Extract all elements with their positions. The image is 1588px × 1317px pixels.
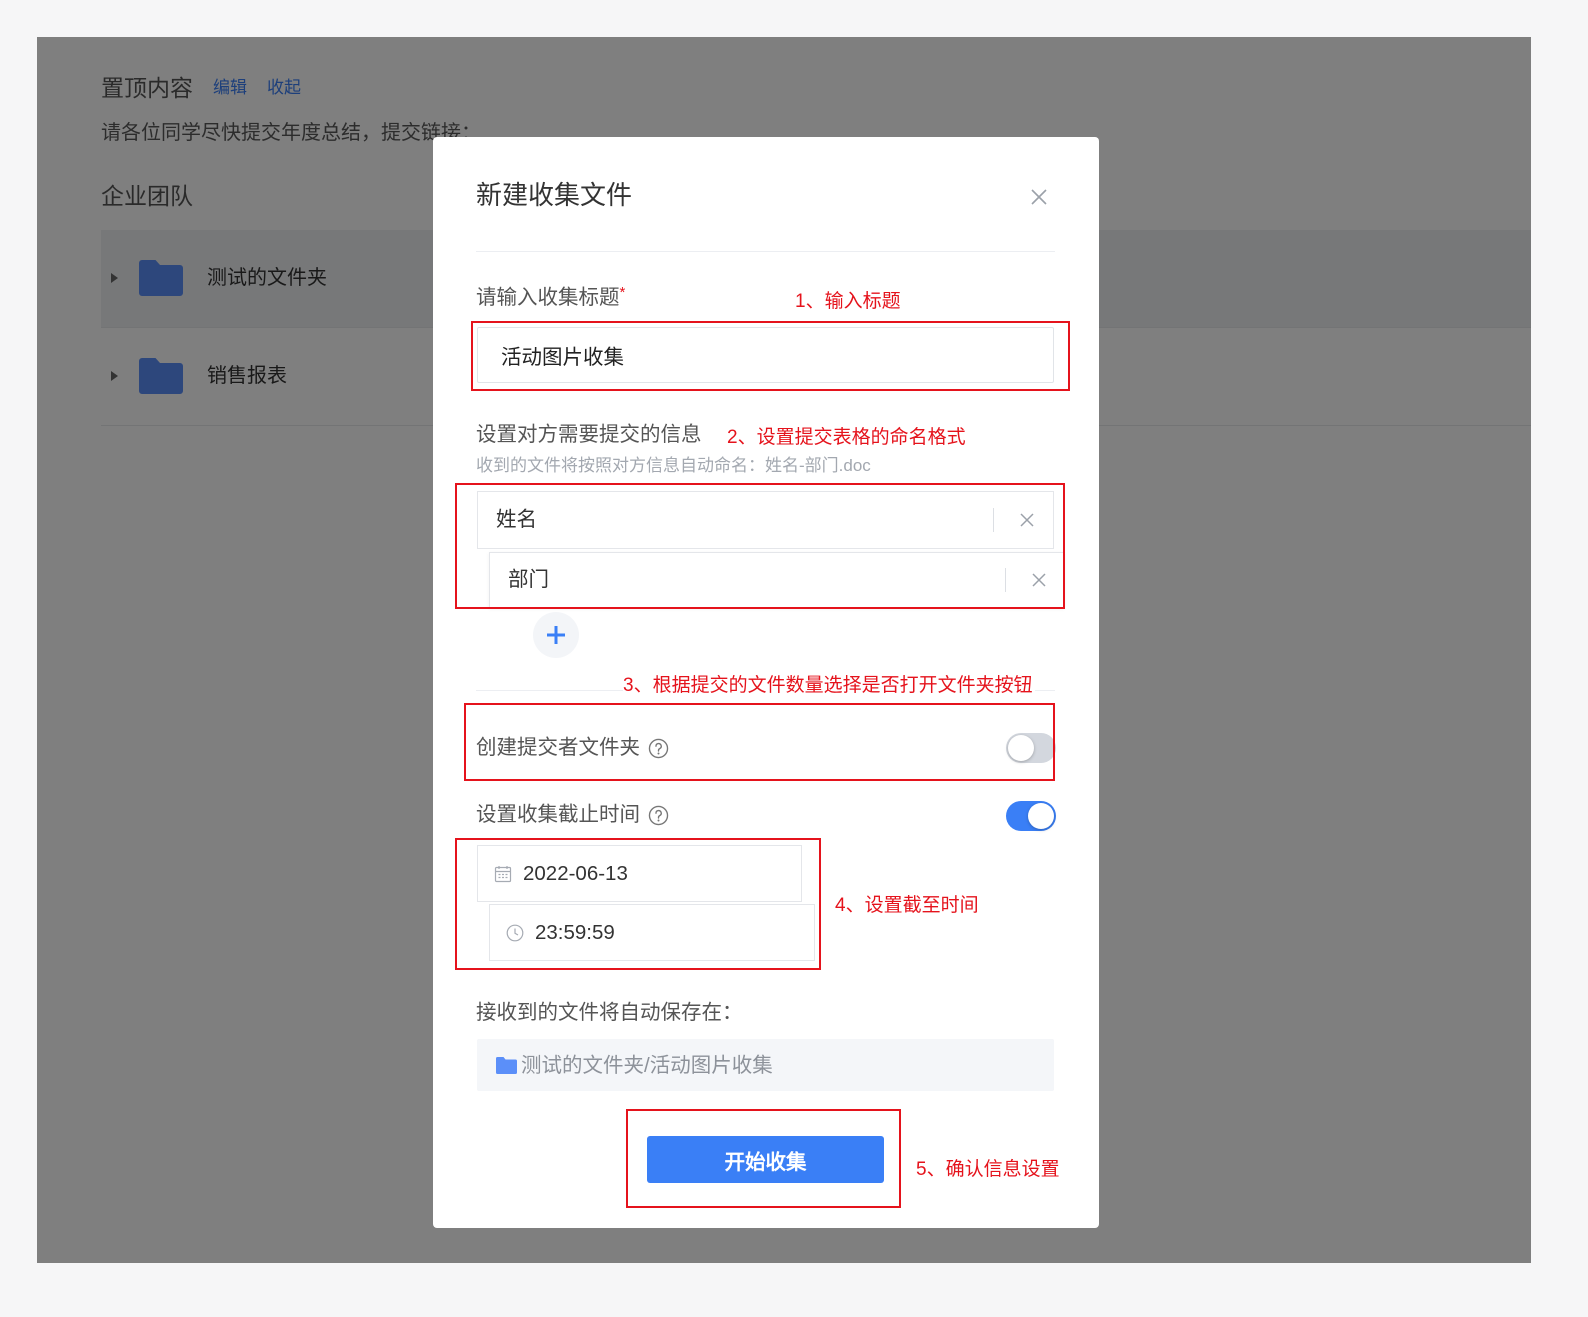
annotation-step-2: 2、设置提交表格的命名格式 — [727, 427, 966, 448]
header-divider — [476, 251, 1055, 252]
deadline-time-picker[interactable]: 23:59:59 — [489, 904, 815, 961]
info-field-row[interactable]: 姓名 — [477, 491, 1054, 549]
annotation-step-1: 1、输入标题 — [795, 291, 901, 312]
annotation-step-3: 3、根据提交的文件数量选择是否打开文件夹按钮 — [623, 673, 1035, 699]
info-field-name: 姓名 — [496, 508, 537, 531]
submitter-folder-label-text: 创建提交者文件夹 — [476, 736, 640, 759]
naming-hint: 收到的文件将按照对方信息自动命名：姓名-部门.doc — [476, 456, 871, 475]
folder-icon — [496, 1057, 517, 1074]
toggle-knob — [1008, 735, 1034, 761]
new-collection-dialog: 新建收集文件 请输入收集标题* 设置对方需要提交的信息 收到的文件将按照对方信息… — [433, 137, 1099, 1228]
field-separator — [1005, 568, 1006, 592]
add-field-button[interactable] — [533, 612, 579, 658]
clock-icon — [506, 924, 524, 941]
start-collect-button[interactable]: 开始收集 — [647, 1136, 884, 1183]
info-fields-label: 设置对方需要提交的信息 — [476, 423, 702, 446]
submitter-folder-label: 创建提交者文件夹 — [476, 734, 669, 762]
close-icon[interactable] — [1031, 572, 1047, 588]
toggle-knob — [1028, 803, 1054, 829]
title-field-label-text: 请输入收集标题 — [476, 286, 620, 309]
field-separator — [993, 508, 994, 532]
save-location-box: 测试的文件夹/活动图片收集 — [477, 1039, 1054, 1091]
calendar-icon — [494, 865, 512, 882]
submitter-folder-toggle[interactable] — [1006, 733, 1056, 763]
collection-title-input[interactable] — [477, 327, 1054, 383]
save-location-label: 接收到的文件将自动保存在： — [476, 1001, 743, 1024]
annotation-step-4: 4、设置截至时间 — [835, 895, 979, 916]
deadline-label: 设置收集截止时间 — [476, 801, 669, 829]
close-icon[interactable] — [1027, 185, 1051, 209]
plus-icon — [547, 626, 565, 644]
dialog-title: 新建收集文件 — [476, 180, 633, 210]
deadline-time-value: 23:59:59 — [535, 920, 615, 944]
required-mark: * — [619, 284, 626, 301]
title-field-label: 请输入收集标题* — [476, 284, 625, 312]
question-circle-icon[interactable] — [648, 738, 669, 759]
deadline-date-picker[interactable]: 2022-06-13 — [477, 845, 802, 902]
question-circle-icon[interactable] — [648, 805, 669, 826]
close-icon[interactable] — [1019, 512, 1035, 528]
deadline-toggle[interactable] — [1006, 801, 1056, 831]
save-location-path: 测试的文件夹/活动图片收集 — [521, 1054, 773, 1077]
annotation-step-5: 5、确认信息设置 — [916, 1159, 1060, 1180]
app-screen: 置顶内容 编辑 收起 请各位同学尽快提交年度总结，提交链接： 企业团队 测试的文… — [37, 37, 1531, 1263]
deadline-label-text: 设置收集截止时间 — [476, 803, 640, 826]
info-field-row[interactable]: 部门 — [489, 552, 1064, 608]
info-field-name: 部门 — [508, 568, 549, 591]
deadline-date-value: 2022-06-13 — [523, 861, 628, 885]
